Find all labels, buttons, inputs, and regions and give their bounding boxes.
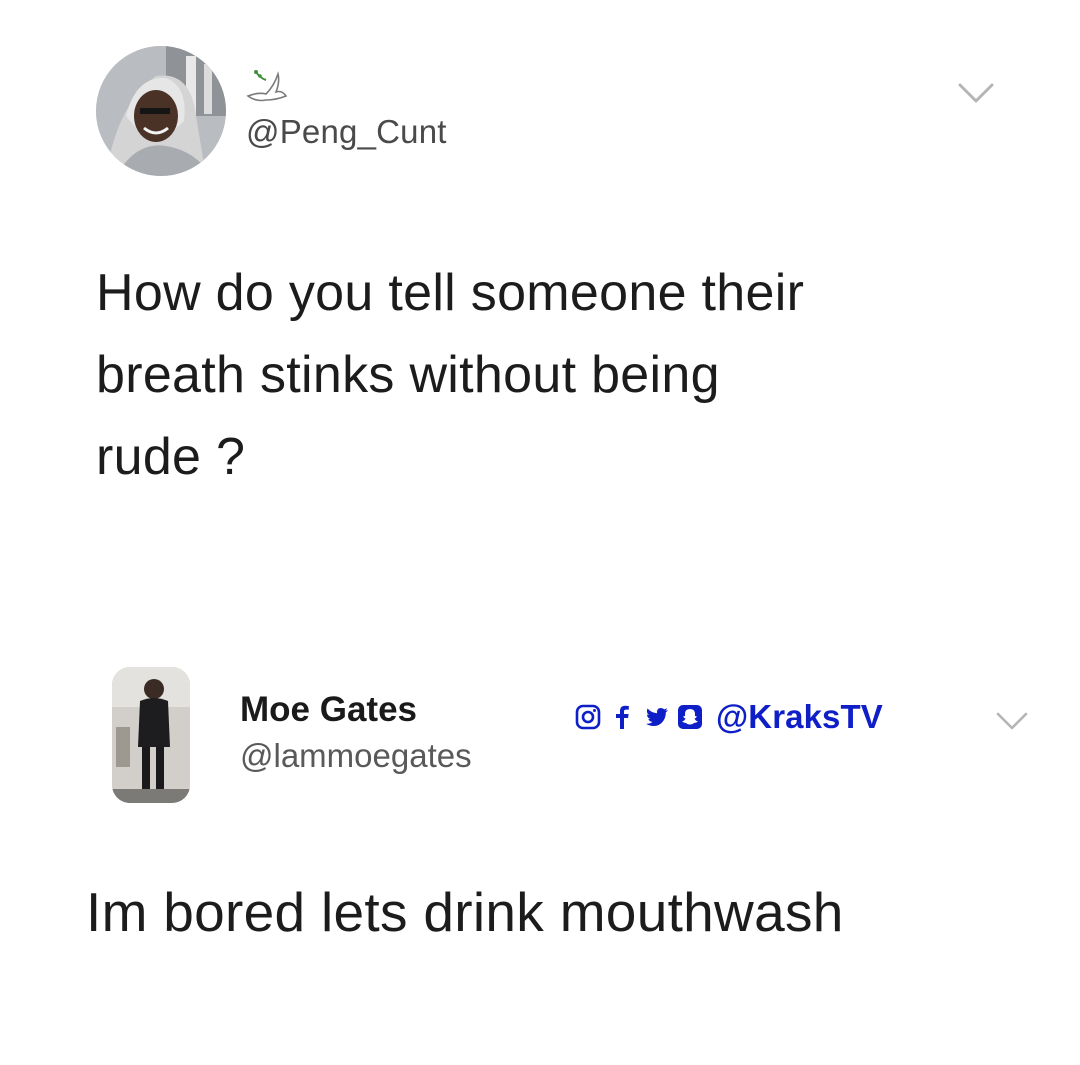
display-name[interactable]: Moe Gates bbox=[240, 690, 417, 730]
reply-tweet: Moe Gates @lammoegates @KraksTV Im bored… bbox=[0, 640, 1080, 1065]
username-handle[interactable]: @lammoegates bbox=[240, 737, 472, 775]
chevron-down-icon[interactable] bbox=[956, 80, 996, 106]
tweet-text: Im bored lets drink mouthwash bbox=[86, 881, 844, 943]
chevron-down-icon[interactable] bbox=[994, 710, 1030, 732]
avatar[interactable] bbox=[112, 667, 190, 803]
social-handle[interactable]: @KraksTV bbox=[716, 698, 883, 736]
instagram-icon[interactable] bbox=[574, 703, 602, 731]
avatar-photo bbox=[96, 46, 226, 176]
snapchat-icon[interactable] bbox=[676, 703, 704, 731]
dove-icon bbox=[246, 70, 288, 102]
twitter-icon[interactable] bbox=[642, 703, 670, 731]
avatar-photo bbox=[112, 667, 190, 803]
avatar[interactable] bbox=[96, 46, 226, 176]
facebook-icon[interactable] bbox=[608, 703, 636, 731]
tweet-text: How do you tell someone their breath sti… bbox=[96, 264, 805, 486]
original-tweet: @Peng_Cunt How do you tell someone their… bbox=[0, 0, 1080, 600]
username-handle[interactable]: @Peng_Cunt bbox=[246, 113, 447, 151]
social-links: @KraksTV bbox=[574, 698, 883, 736]
